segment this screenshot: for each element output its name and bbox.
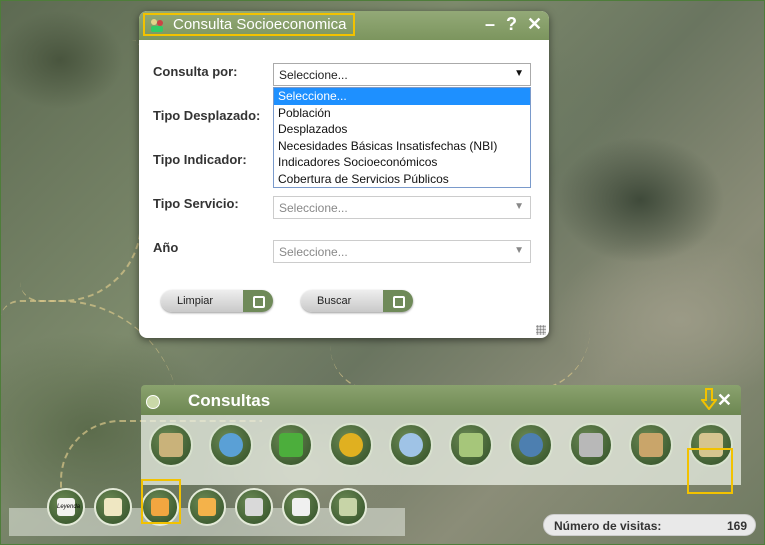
search-icon: [383, 290, 413, 312]
dropdown-option[interactable]: Necesidades Básicas Insatisfechas (NBI): [274, 138, 530, 155]
dropdown-option[interactable]: Cobertura de Servicios Públicos: [274, 171, 530, 188]
health-doctor-icon[interactable]: [389, 423, 433, 467]
consultas-header[interactable]: Consultas ✕: [141, 385, 741, 415]
minimize-button[interactable]: –: [485, 14, 495, 35]
housing-icon[interactable]: [629, 423, 673, 467]
clear-icon: [243, 290, 273, 312]
arrow-down-icon: [701, 388, 717, 410]
consultas-title: Consultas: [188, 391, 271, 410]
select-consulta-por-value: Seleccione...: [279, 68, 348, 82]
flora-fauna-icon[interactable]: [269, 423, 313, 467]
limpiar-label: Limpiar: [177, 295, 214, 307]
resize-handle[interactable]: [536, 325, 546, 335]
chevron-down-icon: ▼: [514, 68, 524, 79]
label-ano: Año: [153, 240, 179, 255]
buscar-label: Buscar: [317, 295, 352, 307]
consultas-panel: Consultas ✕: [141, 385, 741, 494]
dropdown-option[interactable]: Población: [274, 105, 530, 122]
legend-icon[interactable]: Leyenda: [47, 488, 85, 526]
chevron-down-icon: ▼: [514, 201, 524, 212]
consulta-por-dropdown-list[interactable]: Seleccione... Población Desplazados Nece…: [273, 87, 531, 188]
label-tipo-servicio: Tipo Servicio:: [153, 196, 239, 211]
panel-toggle-icon[interactable]: [146, 395, 160, 409]
measure-icon[interactable]: [282, 488, 320, 526]
legend-text: Leyenda: [57, 498, 80, 516]
print-icon[interactable]: [235, 488, 273, 526]
map-query-icon[interactable]: [149, 423, 193, 467]
chevron-down-icon: ▼: [514, 245, 524, 256]
dialog-header[interactable]: Consulta Socioeconomica – ? ✕: [139, 11, 549, 40]
visits-label: Número de visitas:: [554, 519, 662, 533]
label-tipo-indicador: Tipo Indicador:: [153, 152, 247, 167]
close-button[interactable]: ✕: [527, 14, 542, 35]
industry-icon[interactable]: [569, 423, 613, 467]
dropdown-option[interactable]: Desplazados: [274, 121, 530, 138]
label-tipo-desplazado: Tipo Desplazado:: [153, 108, 261, 123]
label-consulta-por: Consulta por:: [153, 64, 238, 79]
dropdown-option[interactable]: Seleccione...: [274, 88, 530, 105]
visit-counter: Número de visitas: 169: [543, 514, 756, 536]
close-button[interactable]: ✕: [717, 390, 732, 411]
dialog-title-box: Consulta Socioeconomica: [143, 13, 355, 36]
selected-tool-highlight: [141, 479, 181, 524]
layers-icon[interactable]: [94, 488, 132, 526]
culture-masks-icon[interactable]: [329, 423, 373, 467]
map-overview-icon[interactable]: [329, 488, 367, 526]
limpiar-button[interactable]: Limpiar: [161, 290, 273, 312]
buscar-button[interactable]: Buscar: [301, 290, 413, 312]
select-tipo-servicio-value: Seleccione...: [279, 201, 348, 215]
select-consulta-por[interactable]: Seleccione... ▼: [273, 63, 531, 86]
select-ano-value: Seleccione...: [279, 245, 348, 259]
selected-icon-highlight: [687, 448, 733, 494]
consultas-icons: [141, 415, 741, 494]
dialog-title: Consulta Socioeconomica: [173, 16, 347, 33]
visits-value: 169: [726, 519, 747, 533]
folder-icon[interactable]: [188, 488, 226, 526]
select-ano[interactable]: Seleccione... ▼: [273, 240, 531, 263]
people-icon: [149, 17, 165, 33]
select-tipo-servicio[interactable]: Seleccione... ▼: [273, 196, 531, 219]
zoom-land-icon[interactable]: [449, 423, 493, 467]
search-globe-icon[interactable]: [209, 423, 253, 467]
help-button[interactable]: ?: [506, 14, 517, 35]
consulta-socioeconomica-dialog: Consulta Socioeconomica – ? ✕ Consulta p…: [139, 11, 549, 338]
dropdown-option[interactable]: Indicadores Socioeconómicos: [274, 154, 530, 171]
hydrology-icon[interactable]: [509, 423, 553, 467]
